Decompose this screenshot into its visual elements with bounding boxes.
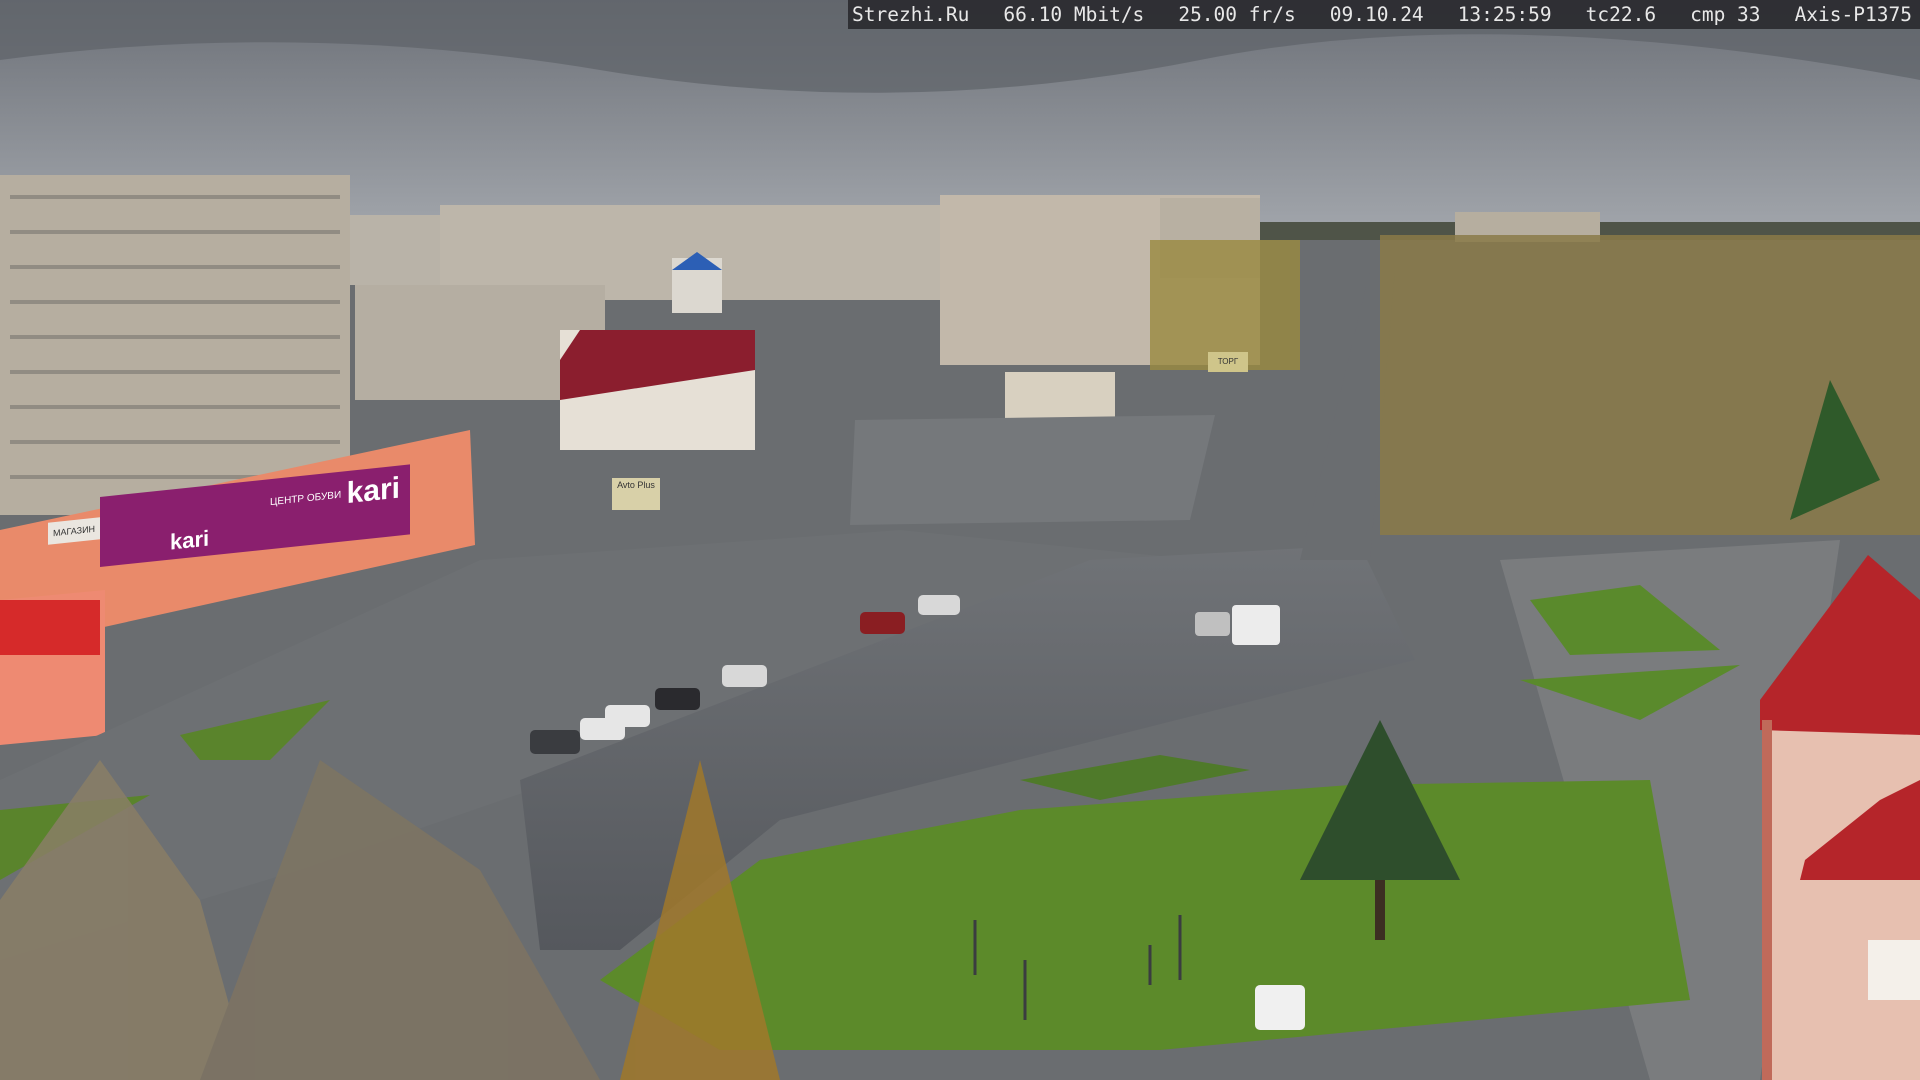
billboard-far: ТОРГ	[1208, 352, 1248, 372]
overlay-time: 13:25:59	[1457, 3, 1552, 26]
camera-overlay-bar: Strezhi.Ru 66.10 Mbit/s 25.00 fr/s 09.10…	[848, 0, 1920, 29]
webcam-scene	[0, 0, 1920, 1080]
left-apartment-block	[0, 175, 350, 515]
upper-lot	[850, 415, 1215, 525]
overlay-bandwidth: 66.10 Mbit/s	[1003, 3, 1145, 26]
overlay-site: Strezhi.Ru	[852, 3, 970, 26]
overlay-framerate: 25.00 fr/s	[1178, 3, 1296, 26]
billboard: Avto Plus	[612, 478, 660, 510]
overlay-camera-model: Axis-P1375	[1794, 3, 1912, 26]
overlay-cmp: cmp 33	[1690, 3, 1761, 26]
overlay-date: 09.10.24	[1329, 3, 1424, 26]
overlay-tc: tc22.6	[1585, 3, 1657, 26]
small-building	[1005, 372, 1115, 420]
